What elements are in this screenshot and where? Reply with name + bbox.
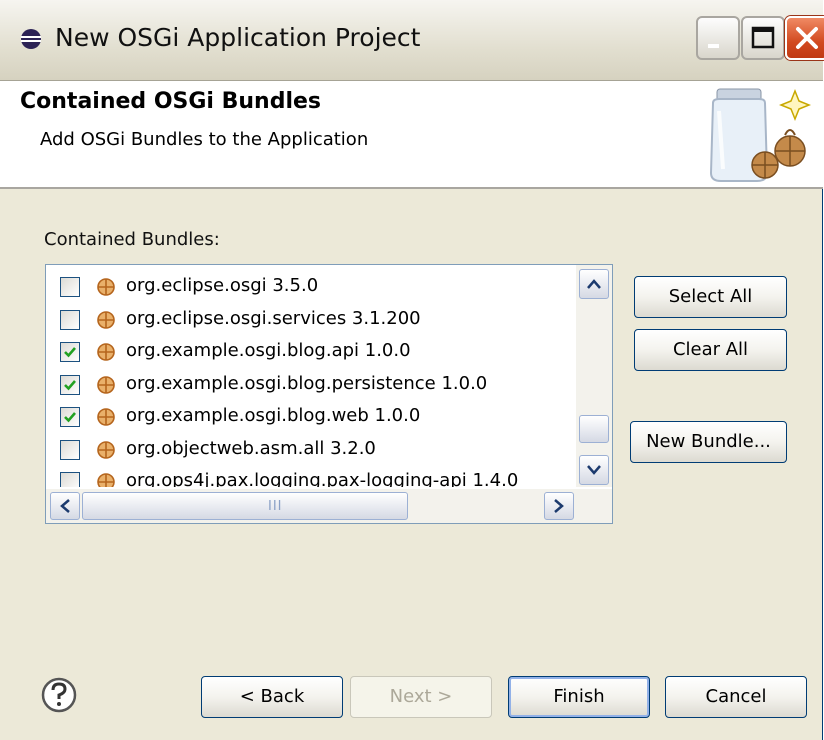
bundle-jar-wizard-icon <box>709 88 812 182</box>
bundle-label: org.example.osgi.blog.web 1.0.0 <box>126 405 421 426</box>
check-icon <box>64 379 76 390</box>
osgi-bundle-icon <box>97 278 115 296</box>
bundle-list-item[interactable]: org.eclipse.osgi 3.5.0 <box>46 270 574 302</box>
scroll-right-button[interactable] <box>544 492 574 520</box>
arrow-down-icon <box>587 465 601 475</box>
clear-all-button[interactable]: Clear All <box>634 329 787 371</box>
scroll-up-button[interactable] <box>579 269 609 299</box>
cancel-button-label: Cancel <box>705 686 767 707</box>
next-button-label: Next > <box>389 686 453 707</box>
scroll-down-button[interactable] <box>579 455 609 485</box>
page-title: Contained OSGi Bundles <box>20 89 322 114</box>
bundle-label: org.eclipse.osgi.services 3.1.200 <box>126 307 421 329</box>
back-button[interactable]: < Back <box>201 676 343 718</box>
bundle-list-item[interactable]: org.example.osgi.blog.api 1.0.0 <box>46 335 574 367</box>
bundle-list-item[interactable]: org.ops4j.pax.logging.pax-logging-api 1.… <box>46 465 574 487</box>
bundle-list-item[interactable]: org.example.osgi.blog.web 1.0.0 <box>46 400 574 432</box>
finish-button-label: Finish <box>553 686 605 707</box>
osgi-bundle-icon <box>97 473 115 487</box>
page-description: Add OSGi Bundles to the Application <box>40 129 369 150</box>
vertical-scroll-thumb[interactable] <box>579 415 609 443</box>
bundle-list[interactable]: org.eclipse.osgi 3.5.0 org.eclipse.osgi.s… <box>45 264 613 524</box>
check-icon <box>64 347 76 358</box>
maximize-button[interactable] <box>741 16 785 60</box>
bundle-list-item[interactable]: org.eclipse.osgi.services 3.1.200 <box>46 303 574 335</box>
help-icon[interactable] <box>40 676 78 714</box>
arrow-right-icon <box>554 499 564 513</box>
maximize-icon <box>751 26 775 49</box>
bundle-checkbox-checked[interactable] <box>60 407 80 427</box>
close-icon <box>796 27 818 49</box>
minimize-icon <box>708 44 719 48</box>
new-bundle-button[interactable]: New Bundle... <box>630 421 787 463</box>
cancel-button[interactable]: Cancel <box>665 676 807 718</box>
arrow-left-icon <box>60 499 70 513</box>
contained-bundles-label: Contained Bundles: <box>44 229 220 250</box>
back-button-label: < Back <box>239 686 305 707</box>
title-bar[interactable]: New OSGi Application Project <box>0 0 824 81</box>
bundle-checkbox-checked[interactable] <box>60 374 80 395</box>
bundle-list-items: org.eclipse.osgi 3.5.0 org.eclipse.osgi.s… <box>46 265 574 487</box>
bundle-label: org.ops4j.pax.logging.pax-logging-api 1.… <box>126 470 519 487</box>
bundle-label: org.objectweb.asm.all 3.2.0 <box>126 437 376 459</box>
horizontal-scrollbar[interactable]: III <box>46 489 612 523</box>
wizard-header: Contained OSGi Bundles Add OSGi Bundles … <box>0 81 823 189</box>
bundle-label: org.eclipse.osgi 3.5.0 <box>126 275 319 296</box>
bundle-checkbox-checked[interactable] <box>60 342 80 362</box>
wizard-window: New OSGi Application Project Contained O… <box>0 0 824 740</box>
finish-button[interactable]: Finish <box>508 676 650 718</box>
bundle-label: org.example.osgi.blog.api 1.0.0 <box>126 340 411 361</box>
osgi-bundle-icon <box>97 310 115 329</box>
minimize-button[interactable] <box>696 16 740 60</box>
bundle-checkbox[interactable] <box>60 472 80 487</box>
next-button: Next > <box>350 676 492 718</box>
close-button[interactable] <box>785 16 824 60</box>
window-title: New OSGi Application Project <box>55 23 421 52</box>
bundle-checkbox[interactable] <box>60 439 80 460</box>
scroll-grip: III <box>268 499 283 514</box>
bundle-checkbox[interactable] <box>60 309 80 330</box>
scroll-left-button[interactable] <box>50 492 80 520</box>
osgi-bundle-icon <box>97 375 115 394</box>
check-icon <box>64 412 76 423</box>
select-all-button[interactable]: Select All <box>634 276 787 318</box>
osgi-bundle-icon <box>97 343 115 361</box>
eclipse-icon <box>21 29 41 49</box>
vertical-scrollbar[interactable] <box>576 265 612 487</box>
bundle-checkbox[interactable] <box>60 277 80 297</box>
arrow-up-icon <box>587 279 601 289</box>
osgi-bundle-icon <box>97 408 115 426</box>
bundle-list-item[interactable]: org.objectweb.asm.all 3.2.0 <box>46 433 574 465</box>
bundle-label: org.example.osgi.blog.persistence 1.0.0 <box>126 372 488 394</box>
osgi-bundle-icon <box>97 440 115 459</box>
horizontal-scroll-thumb[interactable]: III <box>82 492 408 520</box>
bundle-list-item[interactable]: org.example.osgi.blog.persistence 1.0.0 <box>46 368 574 400</box>
